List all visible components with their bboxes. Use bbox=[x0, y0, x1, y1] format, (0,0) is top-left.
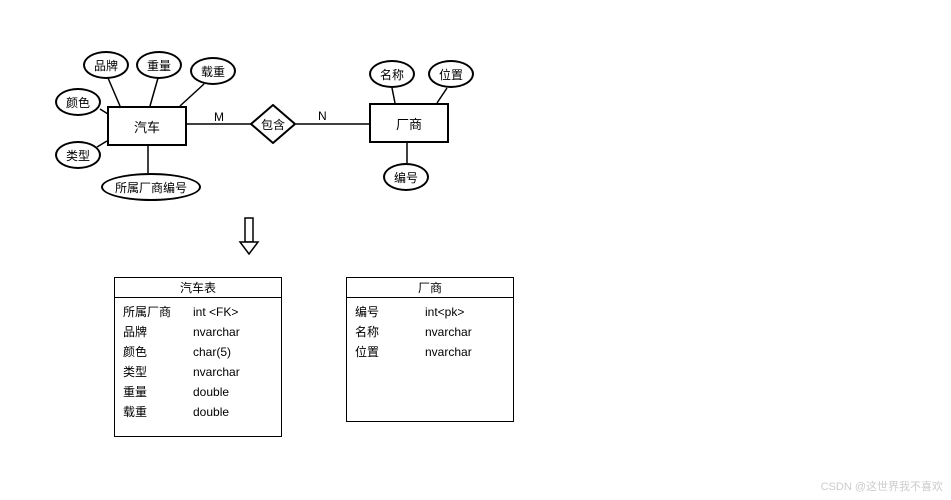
table-row: 编号 int<pk> bbox=[355, 302, 505, 322]
col-type: int<pk> bbox=[425, 304, 505, 320]
table-row: 位置 nvarchar bbox=[355, 342, 505, 362]
col-type: double bbox=[193, 404, 273, 420]
table-car-title: 汽车表 bbox=[115, 278, 281, 298]
col-name: 名称 bbox=[355, 324, 425, 340]
col-type: nvarchar bbox=[425, 324, 505, 340]
table-row: 所属厂商 int <FK> bbox=[123, 302, 273, 322]
watermark: CSDN @这世界我不喜欢 bbox=[821, 478, 943, 494]
col-name: 品牌 bbox=[123, 324, 193, 340]
col-type: nvarchar bbox=[425, 344, 505, 360]
col-name: 载重 bbox=[123, 404, 193, 420]
col-name: 颜色 bbox=[123, 344, 193, 360]
table-row: 类型 nvarchar bbox=[123, 362, 273, 382]
col-type: double bbox=[193, 384, 273, 400]
table-car: 汽车表 所属厂商 int <FK> 品牌 nvarchar 颜色 char(5)… bbox=[114, 277, 282, 437]
table-car-body: 所属厂商 int <FK> 品牌 nvarchar 颜色 char(5) 类型 … bbox=[115, 298, 281, 426]
table-row: 载重 double bbox=[123, 402, 273, 422]
col-name: 重量 bbox=[123, 384, 193, 400]
col-name: 所属厂商 bbox=[123, 304, 193, 320]
table-vendor-title: 厂商 bbox=[347, 278, 513, 298]
col-name: 位置 bbox=[355, 344, 425, 360]
table-vendor-body: 编号 int<pk> 名称 nvarchar 位置 nvarchar bbox=[347, 298, 513, 366]
table-row: 品牌 nvarchar bbox=[123, 322, 273, 342]
table-row: 名称 nvarchar bbox=[355, 322, 505, 342]
table-row: 重量 double bbox=[123, 382, 273, 402]
col-name: 类型 bbox=[123, 364, 193, 380]
col-type: int <FK> bbox=[193, 304, 273, 320]
col-type: char(5) bbox=[193, 344, 273, 360]
arrow-down-icon bbox=[238, 216, 260, 256]
table-row: 颜色 char(5) bbox=[123, 342, 273, 362]
col-type: nvarchar bbox=[193, 364, 273, 380]
col-name: 编号 bbox=[355, 304, 425, 320]
col-type: nvarchar bbox=[193, 324, 273, 340]
table-vendor: 厂商 编号 int<pk> 名称 nvarchar 位置 nvarchar bbox=[346, 277, 514, 422]
er-connections bbox=[0, 0, 951, 260]
relationship-label: 包含 bbox=[261, 116, 285, 133]
